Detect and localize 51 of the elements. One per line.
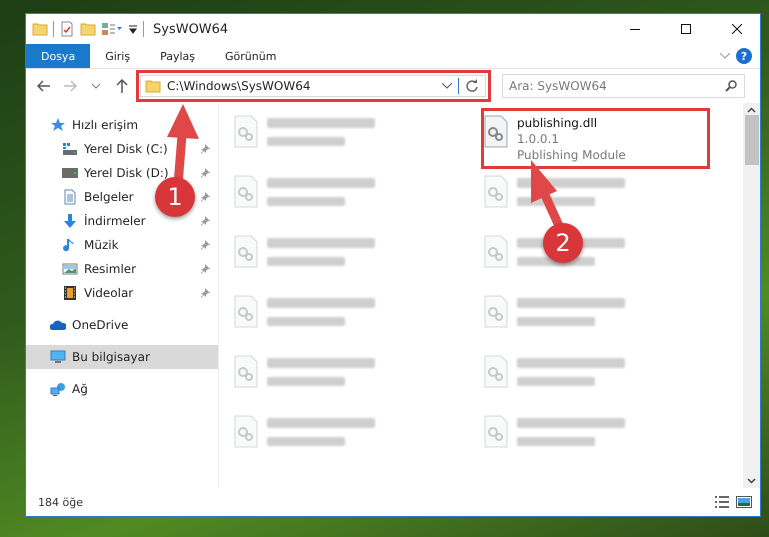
item-count: 184 öğe (38, 496, 84, 508)
thumbnail-view-icon[interactable] (736, 495, 752, 509)
chevron-down-icon[interactable] (747, 478, 756, 484)
drive-icon (62, 141, 78, 157)
network-icon (50, 381, 66, 397)
ribbon-tab[interactable]: Görünüm (210, 44, 292, 68)
film-strip-icon (62, 285, 78, 301)
file-detail: Publishing Module (517, 147, 626, 163)
sidebar-item[interactable]: Hızlı erişim (26, 113, 218, 137)
help-icon[interactable]: ? (736, 48, 752, 64)
refresh-icon[interactable] (465, 79, 479, 93)
chevron-up-icon[interactable] (747, 107, 756, 113)
sidebar-item[interactable]: OneDrive (26, 313, 218, 337)
close-icon (732, 24, 742, 34)
sidebar-item[interactable]: Yerel Disk (C:) (26, 137, 218, 161)
file-name[interactable]: publishing.dll (517, 115, 626, 131)
picture-icon (62, 261, 78, 277)
details-view-icon[interactable] (714, 495, 730, 509)
star-icon (50, 117, 66, 133)
window-title: SysWOW64 (153, 22, 230, 36)
minimize-icon (630, 28, 640, 30)
chevron-down-icon[interactable] (442, 83, 452, 89)
search-field[interactable]: Ara: SysWOW64 (502, 74, 745, 98)
sidebar-item[interactable]: Müzik (26, 233, 218, 257)
down-arrow-icon (62, 213, 78, 229)
sidebar-item[interactable]: Bu bilgisayar (26, 345, 218, 369)
chevron-down-icon (92, 84, 100, 88)
monitor-icon (50, 349, 66, 365)
document-icon (62, 189, 78, 205)
up-arrow-icon (116, 79, 128, 93)
customize-toolbar-icon[interactable] (101, 21, 123, 37)
properties-icon[interactable] (59, 21, 75, 37)
ribbon-tab[interactable]: Giriş (90, 44, 146, 68)
sidebar-item[interactable]: Videolar (26, 281, 218, 305)
maximize-icon (681, 24, 691, 34)
address-field[interactable]: C:\Windows\SysWOW64 (140, 75, 486, 97)
sidebar-item[interactable]: Resimler (26, 257, 218, 281)
dll-file-icon[interactable] (483, 115, 509, 149)
ribbon-tab[interactable]: Paylaş (145, 44, 210, 68)
search-icon (725, 80, 737, 92)
file-detail: 1.0.0.1 (517, 131, 560, 147)
new-folder-icon[interactable] (80, 21, 96, 37)
folder-icon (145, 78, 161, 94)
scrollbar[interactable] (743, 103, 760, 488)
ribbon-tab[interactable]: Dosya (26, 44, 90, 68)
back-arrow-icon (37, 80, 51, 92)
folder-icon (32, 21, 48, 37)
drive-icon (62, 165, 78, 181)
scrollbar-thumb[interactable] (744, 115, 758, 165)
sidebar-item[interactable]: Ağ (26, 377, 218, 401)
forward-arrow-icon (63, 80, 77, 92)
